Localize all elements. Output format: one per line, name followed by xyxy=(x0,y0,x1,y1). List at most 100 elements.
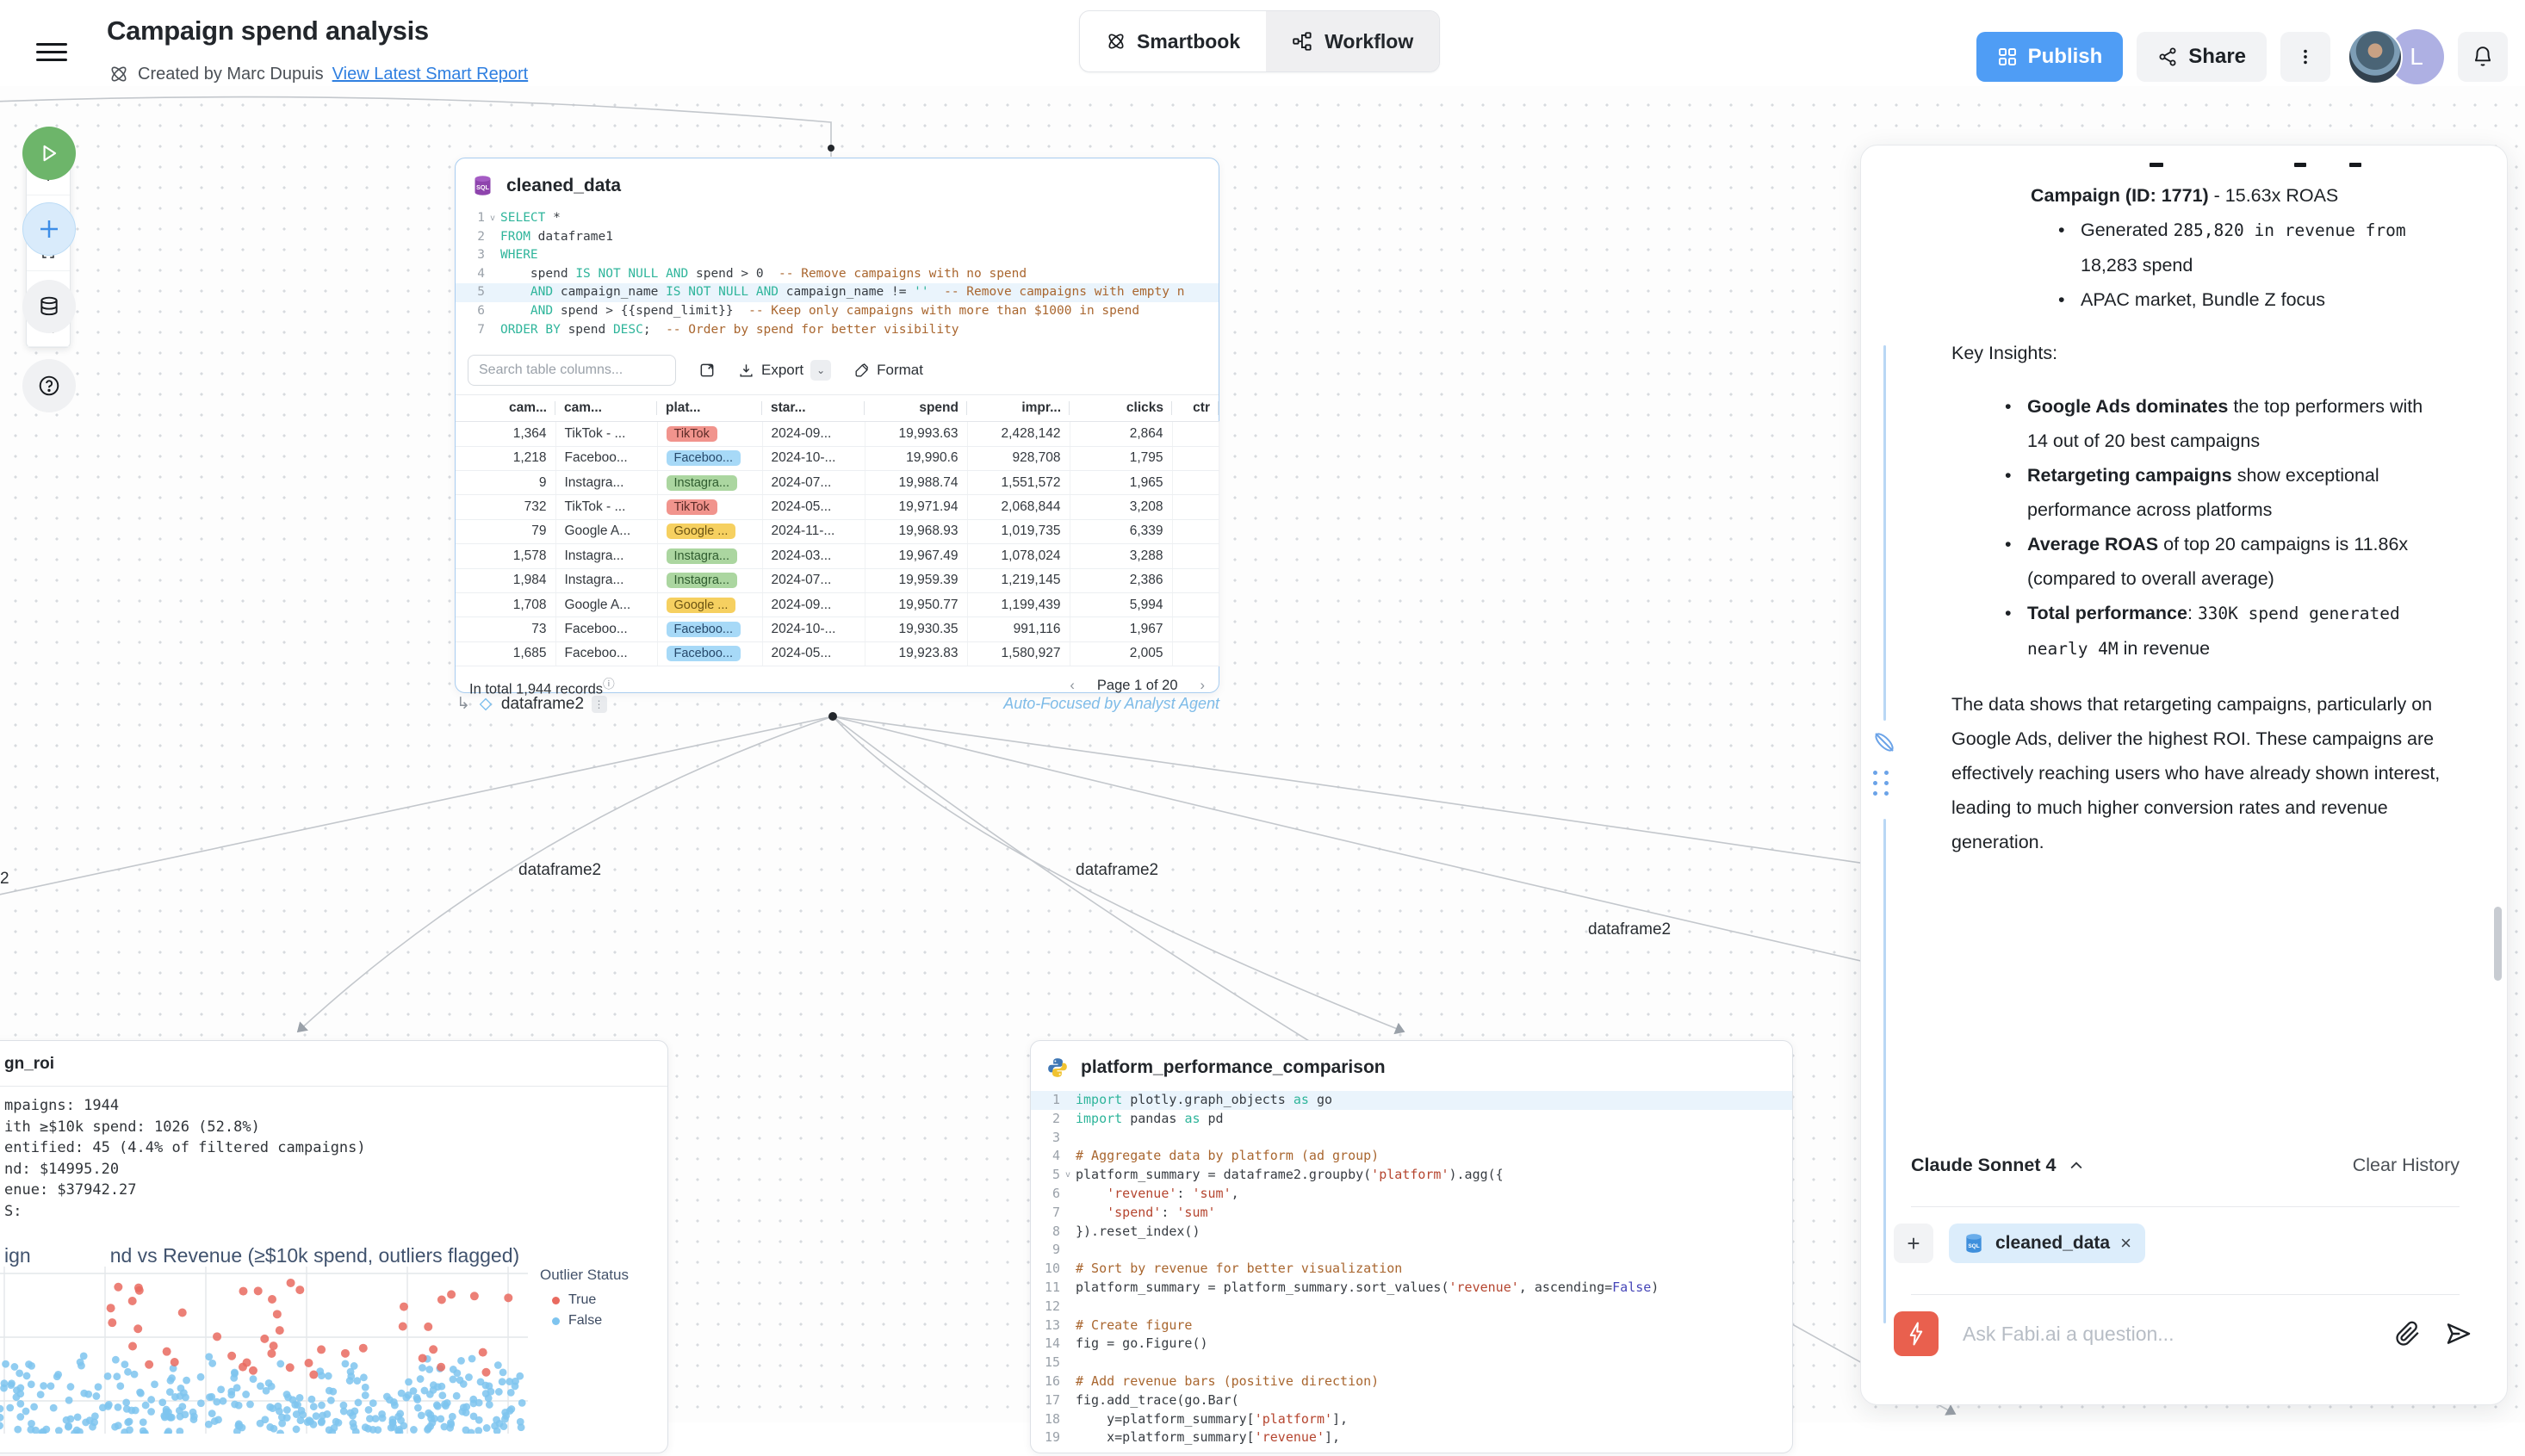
table-row[interactable]: 1,708Google A...Google ...2024-09...19,9… xyxy=(456,592,1219,616)
code-line[interactable]: 4# Aggregate data by platform (ad group) xyxy=(1031,1147,1792,1166)
roi-node-campaign-roi[interactable]: gn_roi mpaigns: 1944ith ≥$10k spend: 102… xyxy=(0,1040,668,1453)
code-line[interactable]: 11platform_summary = platform_summary.so… xyxy=(1031,1279,1792,1298)
sql-code-editor[interactable]: 1vSELECT *2FROM dataframe13WHERE4 spend … xyxy=(456,204,1219,348)
code-line[interactable]: 6 'revenue': 'sum', xyxy=(1031,1185,1792,1204)
code-line[interactable]: 14fig = go.Figure() xyxy=(1031,1335,1792,1354)
platform-badge: Faceboo... xyxy=(667,646,741,661)
legend-item[interactable]: False xyxy=(552,1313,629,1329)
code-line[interactable]: 10# Sort by revenue for better visualiza… xyxy=(1031,1260,1792,1279)
chat-scroll-area[interactable]: Campaign (ID: 1771) - 15.63x ROAS Genera… xyxy=(1861,146,2495,1163)
column-header[interactable]: ctr xyxy=(1172,395,1219,422)
help-button[interactable] xyxy=(22,359,76,412)
avatar-user[interactable] xyxy=(2348,29,2403,84)
code-line[interactable]: 7ORDER BY spend DESC; -- Order by spend … xyxy=(456,321,1219,340)
publish-button[interactable]: Publish xyxy=(1976,32,2124,82)
drag-handle[interactable] xyxy=(1873,771,1889,796)
python-code-editor[interactable]: 1import plotly.graph_objects as go2impor… xyxy=(1031,1086,1792,1456)
add-node-button[interactable] xyxy=(22,202,76,256)
code-line[interactable]: 5vplatform_summary = dataframe2.groupby(… xyxy=(1031,1166,1792,1185)
table-cell: 19,971.94 xyxy=(865,495,967,519)
share-button[interactable]: Share xyxy=(2137,32,2267,82)
table-cell: 19,993.63 xyxy=(865,422,967,446)
column-header[interactable]: cam... xyxy=(555,395,657,422)
format-button[interactable]: Format xyxy=(853,362,923,379)
chat-scrollbar[interactable] xyxy=(2494,907,2502,981)
chat-question-input[interactable] xyxy=(1963,1323,2371,1346)
clear-history-button[interactable]: Clear History xyxy=(2353,1155,2460,1176)
remove-context-icon[interactable]: × xyxy=(2120,1232,2131,1255)
column-header[interactable]: star... xyxy=(762,395,865,422)
column-header[interactable]: spend xyxy=(865,395,967,422)
legend-item[interactable]: True xyxy=(552,1292,629,1308)
expand-table-button[interactable] xyxy=(698,362,716,379)
column-header[interactable]: plat... xyxy=(657,395,762,422)
table-row[interactable]: 1,578Instagra...Instagra...2024-03...19,… xyxy=(456,544,1219,568)
code-line[interactable]: 15 xyxy=(1031,1354,1792,1372)
table-cell: 1,795 xyxy=(1070,446,1172,470)
table-cell: Google ... xyxy=(657,592,762,616)
code-line[interactable]: 3 xyxy=(1031,1129,1792,1148)
fabi-thread-icon[interactable] xyxy=(1871,729,1897,755)
platform-badge: Google ... xyxy=(667,598,736,613)
table-row[interactable]: 1,364TikTok - ...TikTok2024-09...19,993.… xyxy=(456,422,1219,446)
table-row[interactable]: 1,685Faceboo...Faceboo...2024-05...19,92… xyxy=(456,641,1219,666)
export-options-chevron[interactable]: ⌄ xyxy=(810,360,831,381)
table-cell: Instagra... xyxy=(555,568,657,592)
table-cell: 2024-03... xyxy=(762,544,865,568)
export-button[interactable]: Export ⌄ xyxy=(738,360,831,381)
table-row[interactable]: 1,218Faceboo...Faceboo...2024-10-...19,9… xyxy=(456,446,1219,470)
code-line[interactable]: 7 'spend': 'sum' xyxy=(1031,1204,1792,1223)
column-header[interactable]: clicks xyxy=(1070,395,1172,422)
tab-smartbook[interactable]: Smartbook xyxy=(1080,11,1266,71)
notifications-button[interactable] xyxy=(2458,32,2508,82)
table-cell: 1,685 xyxy=(456,641,555,666)
code-line[interactable]: 18 y=platform_summary['platform'], xyxy=(1031,1410,1792,1429)
table-cell: 2,386 xyxy=(1070,568,1172,592)
send-message-icon[interactable] xyxy=(2445,1320,2472,1348)
thread-line xyxy=(1883,345,1886,721)
context-chip-cleaned-data[interactable]: SQL cleaned_data × xyxy=(1949,1224,2145,1263)
search-table-columns-input[interactable] xyxy=(468,355,676,386)
view-latest-smart-report-link[interactable]: View Latest Smart Report xyxy=(332,65,529,84)
column-header[interactable]: cam... xyxy=(456,395,555,422)
model-selector[interactable]: Claude Sonnet 4 xyxy=(1911,1155,2085,1176)
code-line[interactable]: 5 AND campaign_name IS NOT NULL AND camp… xyxy=(456,283,1219,302)
python-node-platform-performance[interactable]: platform_performance_comparison 1import … xyxy=(1030,1040,1793,1453)
results-table[interactable]: cam...cam...plat...star...spendimpr...cl… xyxy=(456,394,1219,666)
code-line[interactable]: 2import pandas as pd xyxy=(1031,1110,1792,1129)
next-page-button[interactable]: › xyxy=(1200,678,1206,694)
code-line[interactable]: 9 xyxy=(1031,1241,1792,1260)
code-line[interactable]: 2FROM dataframe1 xyxy=(456,228,1219,247)
code-line[interactable]: 19 x=platform_summary['revenue'], xyxy=(1031,1428,1792,1447)
code-line[interactable]: 17fig.add_trace(go.Bar( xyxy=(1031,1391,1792,1410)
table-row[interactable]: 79Google A...Google ...2024-11-...19,968… xyxy=(456,519,1219,543)
more-options-button[interactable] xyxy=(2280,32,2330,82)
code-line[interactable]: 3WHERE xyxy=(456,246,1219,265)
table-cell: TikTok xyxy=(657,495,762,519)
table-row[interactable]: 9Instagra...Instagra...2024-07...19,988.… xyxy=(456,470,1219,494)
code-line[interactable]: 4 spend IS NOT NULL AND spend > 0 -- Rem… xyxy=(456,265,1219,284)
table-row[interactable]: 1,984Instagra...Instagra...2024-07...19,… xyxy=(456,568,1219,592)
code-line[interactable]: 6 AND spend > {{spend_limit}} -- Keep on… xyxy=(456,302,1219,321)
code-line[interactable]: 13# Create figure xyxy=(1031,1317,1792,1335)
data-sources-button[interactable] xyxy=(22,280,76,333)
attach-file-icon[interactable] xyxy=(2395,1321,2421,1347)
table-row[interactable]: 732TikTok - ...TikTok2024-05...19,971.94… xyxy=(456,495,1219,519)
sql-node-cleaned-data[interactable]: SQL cleaned_data 1vSELECT *2FROM datafra… xyxy=(455,158,1219,693)
run-workflow-button[interactable] xyxy=(22,127,76,180)
play-icon xyxy=(38,142,60,164)
table-cell xyxy=(1172,422,1219,446)
prev-page-button[interactable]: ‹ xyxy=(1070,678,1075,694)
code-line[interactable]: 1import plotly.graph_objects as go xyxy=(1031,1091,1792,1110)
add-context-button[interactable]: + xyxy=(1894,1224,1933,1263)
code-line[interactable]: 1vSELECT * xyxy=(456,209,1219,228)
code-line[interactable]: 8}).reset_index() xyxy=(1031,1223,1792,1242)
column-header[interactable]: impr... xyxy=(967,395,1070,422)
platform-badge: Instagra... xyxy=(667,548,737,564)
table-row[interactable]: 73Faceboo...Faceboo...2024-10-...19,930.… xyxy=(456,617,1219,641)
code-line[interactable]: 16# Add revenue bars (positive direction… xyxy=(1031,1372,1792,1391)
table-cell: 732 xyxy=(456,495,555,519)
tab-workflow[interactable]: Workflow xyxy=(1266,11,1439,71)
menu-icon[interactable] xyxy=(36,38,67,62)
code-line[interactable]: 12 xyxy=(1031,1298,1792,1317)
